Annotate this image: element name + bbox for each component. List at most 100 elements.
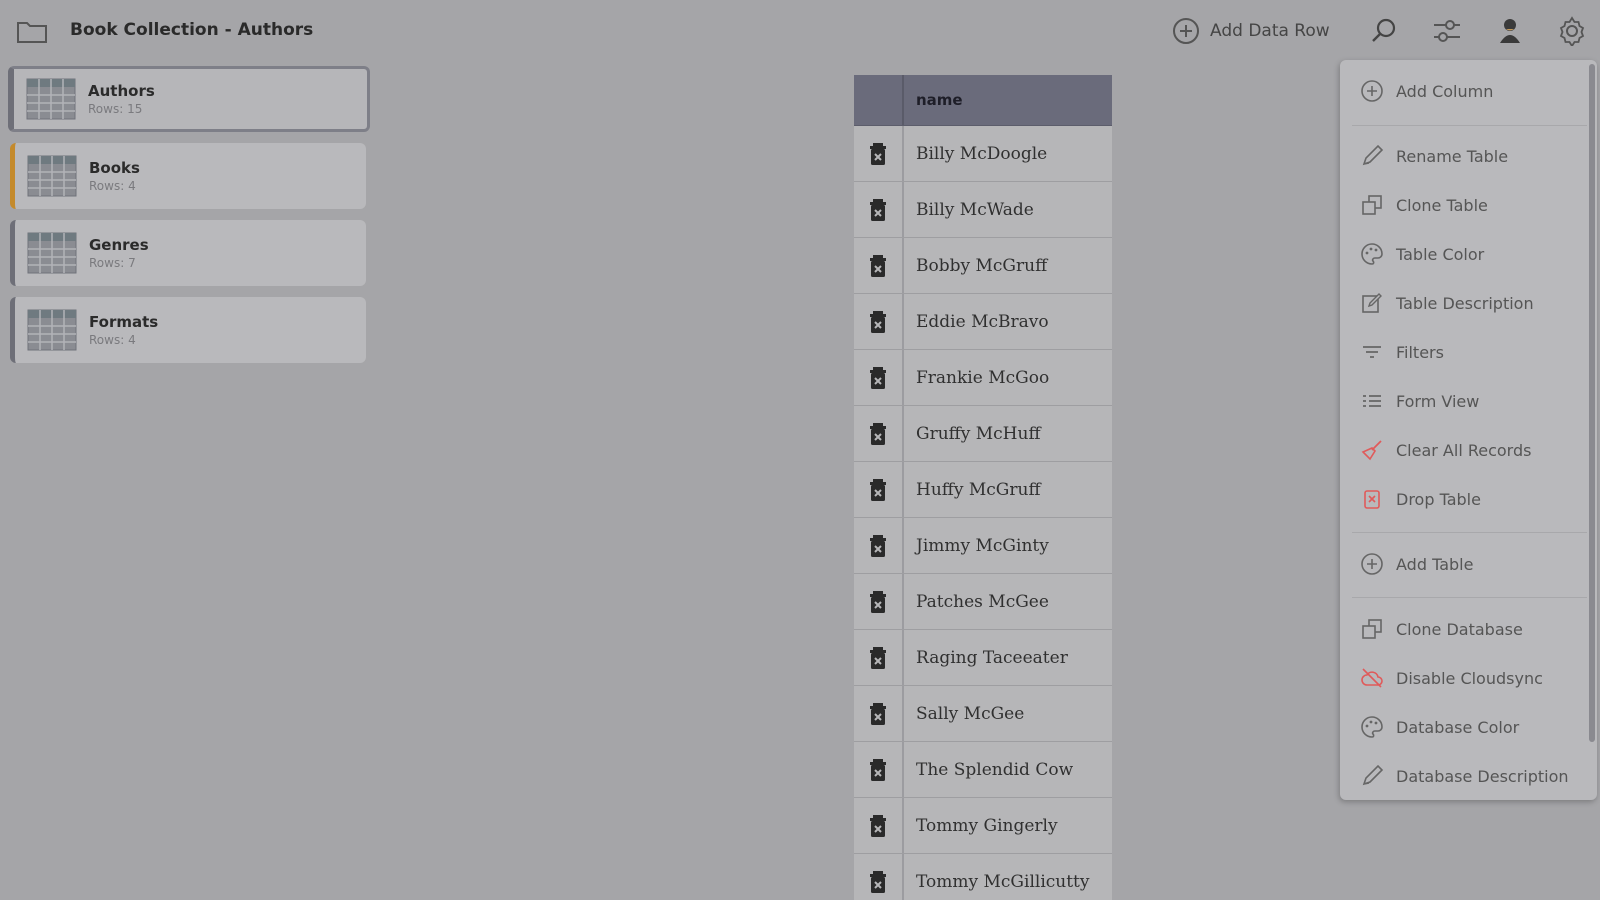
menu-item-filters[interactable]: Filters <box>1360 332 1575 372</box>
menu-item-disable-cloudsync[interactable]: Disable Cloudsync <box>1360 658 1575 698</box>
menu-scrollbar[interactable] <box>1589 64 1595 742</box>
menu-item-label: Clear All Records <box>1396 440 1532 460</box>
cell-name[interactable]: Tommy Gingerly <box>904 798 1112 853</box>
delete-row-button[interactable] <box>854 686 904 741</box>
menu-item-add-column[interactable]: Add Column <box>1360 71 1575 111</box>
add-data-row-button[interactable]: Add Data Row <box>1172 16 1330 46</box>
delete-row-button[interactable] <box>854 854 904 900</box>
search-button[interactable] <box>1367 14 1401 48</box>
user-button[interactable] <box>1493 14 1527 48</box>
menu-item-label: Form View <box>1396 391 1480 411</box>
data-table: name Billy McDoogle Billy McWade Bobby McG… <box>854 75 1112 900</box>
trash-icon <box>870 758 886 781</box>
delete-row-button[interactable] <box>854 238 904 293</box>
table-row[interactable]: Sally McGee <box>854 686 1112 742</box>
cell-name[interactable]: The Splendid Cow <box>904 742 1112 797</box>
search-icon <box>1372 18 1396 42</box>
table-card-genres[interactable]: Genres Rows: 7 <box>10 220 366 286</box>
delete-row-button[interactable] <box>854 518 904 573</box>
adjust-button[interactable] <box>1430 14 1464 48</box>
cell-name[interactable]: Jimmy McGinty <box>904 518 1112 573</box>
table-card-formats[interactable]: Formats Rows: 4 <box>10 297 366 363</box>
trash-icon <box>870 310 886 333</box>
gear-icon <box>1559 16 1585 46</box>
table-row[interactable]: Tommy Gingerly <box>854 798 1112 854</box>
cell-name[interactable]: Eddie McBravo <box>904 294 1112 349</box>
table-row[interactable]: Jimmy McGinty <box>854 518 1112 574</box>
delete-row-button[interactable] <box>854 462 904 517</box>
menu-item-label: Add Table <box>1396 554 1474 574</box>
folder-icon[interactable] <box>16 18 48 44</box>
menu-divider <box>1352 597 1587 598</box>
menu-item-label: Filters <box>1396 342 1444 362</box>
table-card-authors[interactable]: Authors Rows: 15 <box>8 66 370 132</box>
menu-item-drop-table[interactable]: Drop Table <box>1360 479 1575 519</box>
trash-icon <box>870 198 886 221</box>
menu-item-database-description[interactable]: Database Description <box>1360 756 1575 796</box>
menu-item-add-table[interactable]: Add Table <box>1360 544 1575 584</box>
table-row[interactable]: Patches McGee <box>854 574 1112 630</box>
table-row[interactable]: Eddie McBravo <box>854 294 1112 350</box>
menu-item-database-color[interactable]: Database Color <box>1360 707 1575 747</box>
delete-row-button[interactable] <box>854 294 904 349</box>
cell-name[interactable]: Sally McGee <box>904 686 1112 741</box>
trash-icon <box>870 590 886 613</box>
plus-circle-icon <box>1173 18 1199 44</box>
table-card-books[interactable]: Books Rows: 4 <box>10 143 366 209</box>
pencil-icon <box>1362 764 1384 786</box>
menu-item-label: Database Color <box>1396 717 1520 737</box>
delete-row-button[interactable] <box>854 574 904 629</box>
menu-item-clone-table[interactable]: Clone Table <box>1360 185 1575 225</box>
broom-icon <box>1361 440 1382 461</box>
trash-icon <box>870 534 886 557</box>
menu-item-table-color[interactable]: Table Color <box>1360 234 1575 274</box>
trash-icon <box>870 142 886 165</box>
table-grid-icon <box>27 232 77 274</box>
cell-name[interactable]: Tommy McGillicutty <box>904 854 1112 900</box>
menu-item-clear-all-records[interactable]: Clear All Records <box>1360 430 1575 470</box>
menu-item-form-view[interactable]: Form View <box>1360 381 1575 421</box>
table-row[interactable]: Billy McWade <box>854 182 1112 238</box>
delete-row-button[interactable] <box>854 798 904 853</box>
cell-name[interactable]: Gruffy McHuff <box>904 406 1112 461</box>
trash-icon <box>870 422 886 445</box>
delete-row-button[interactable] <box>854 182 904 237</box>
table-grid-icon <box>26 78 76 120</box>
menu-item-table-description[interactable]: Table Description <box>1360 283 1575 323</box>
delete-row-button[interactable] <box>854 126 904 181</box>
trash-icon <box>870 646 886 669</box>
table-row[interactable]: The Splendid Cow <box>854 742 1112 798</box>
menu-item-clone-database[interactable]: Clone Database <box>1360 609 1575 649</box>
column-header-name[interactable]: name <box>904 75 1112 125</box>
table-row[interactable]: Raging Taceeater <box>854 630 1112 686</box>
cell-name[interactable]: Huffy McGruff <box>904 462 1112 517</box>
delete-row-button[interactable] <box>854 350 904 405</box>
table-row[interactable]: Tommy McGillicutty <box>854 854 1112 900</box>
table-header: name <box>854 75 1112 126</box>
cell-name[interactable]: Bobby McGruff <box>904 238 1112 293</box>
trash-icon <box>1364 490 1380 509</box>
trash-icon <box>870 478 886 501</box>
table-name: Formats <box>89 313 159 331</box>
table-row-count: Rows: 7 <box>89 256 136 270</box>
settings-button[interactable] <box>1555 14 1589 48</box>
cell-name[interactable]: Patches McGee <box>904 574 1112 629</box>
menu-item-label: Clone Database <box>1396 619 1523 639</box>
cell-name[interactable]: Frankie McGoo <box>904 350 1112 405</box>
delete-row-button[interactable] <box>854 630 904 685</box>
delete-row-button[interactable] <box>854 406 904 461</box>
cell-name[interactable]: Billy McWade <box>904 182 1112 237</box>
delete-row-button[interactable] <box>854 742 904 797</box>
table-row[interactable]: Frankie McGoo <box>854 350 1112 406</box>
table-row[interactable]: Billy McDoogle <box>854 126 1112 182</box>
menu-item-rename-table[interactable]: Rename Table <box>1360 136 1575 176</box>
cell-name[interactable]: Billy McDoogle <box>904 126 1112 181</box>
cell-name[interactable]: Raging Taceeater <box>904 630 1112 685</box>
table-row-count: Rows: 4 <box>89 179 136 193</box>
menu-item-label: Add Column <box>1396 81 1494 101</box>
table-list: Authors Rows: 15 Books Rows: 4 Genres Ro… <box>8 66 372 374</box>
table-row[interactable]: Gruffy McHuff <box>854 406 1112 462</box>
table-row[interactable]: Bobby McGruff <box>854 238 1112 294</box>
table-row[interactable]: Huffy McGruff <box>854 462 1112 518</box>
trash-icon <box>870 814 886 837</box>
